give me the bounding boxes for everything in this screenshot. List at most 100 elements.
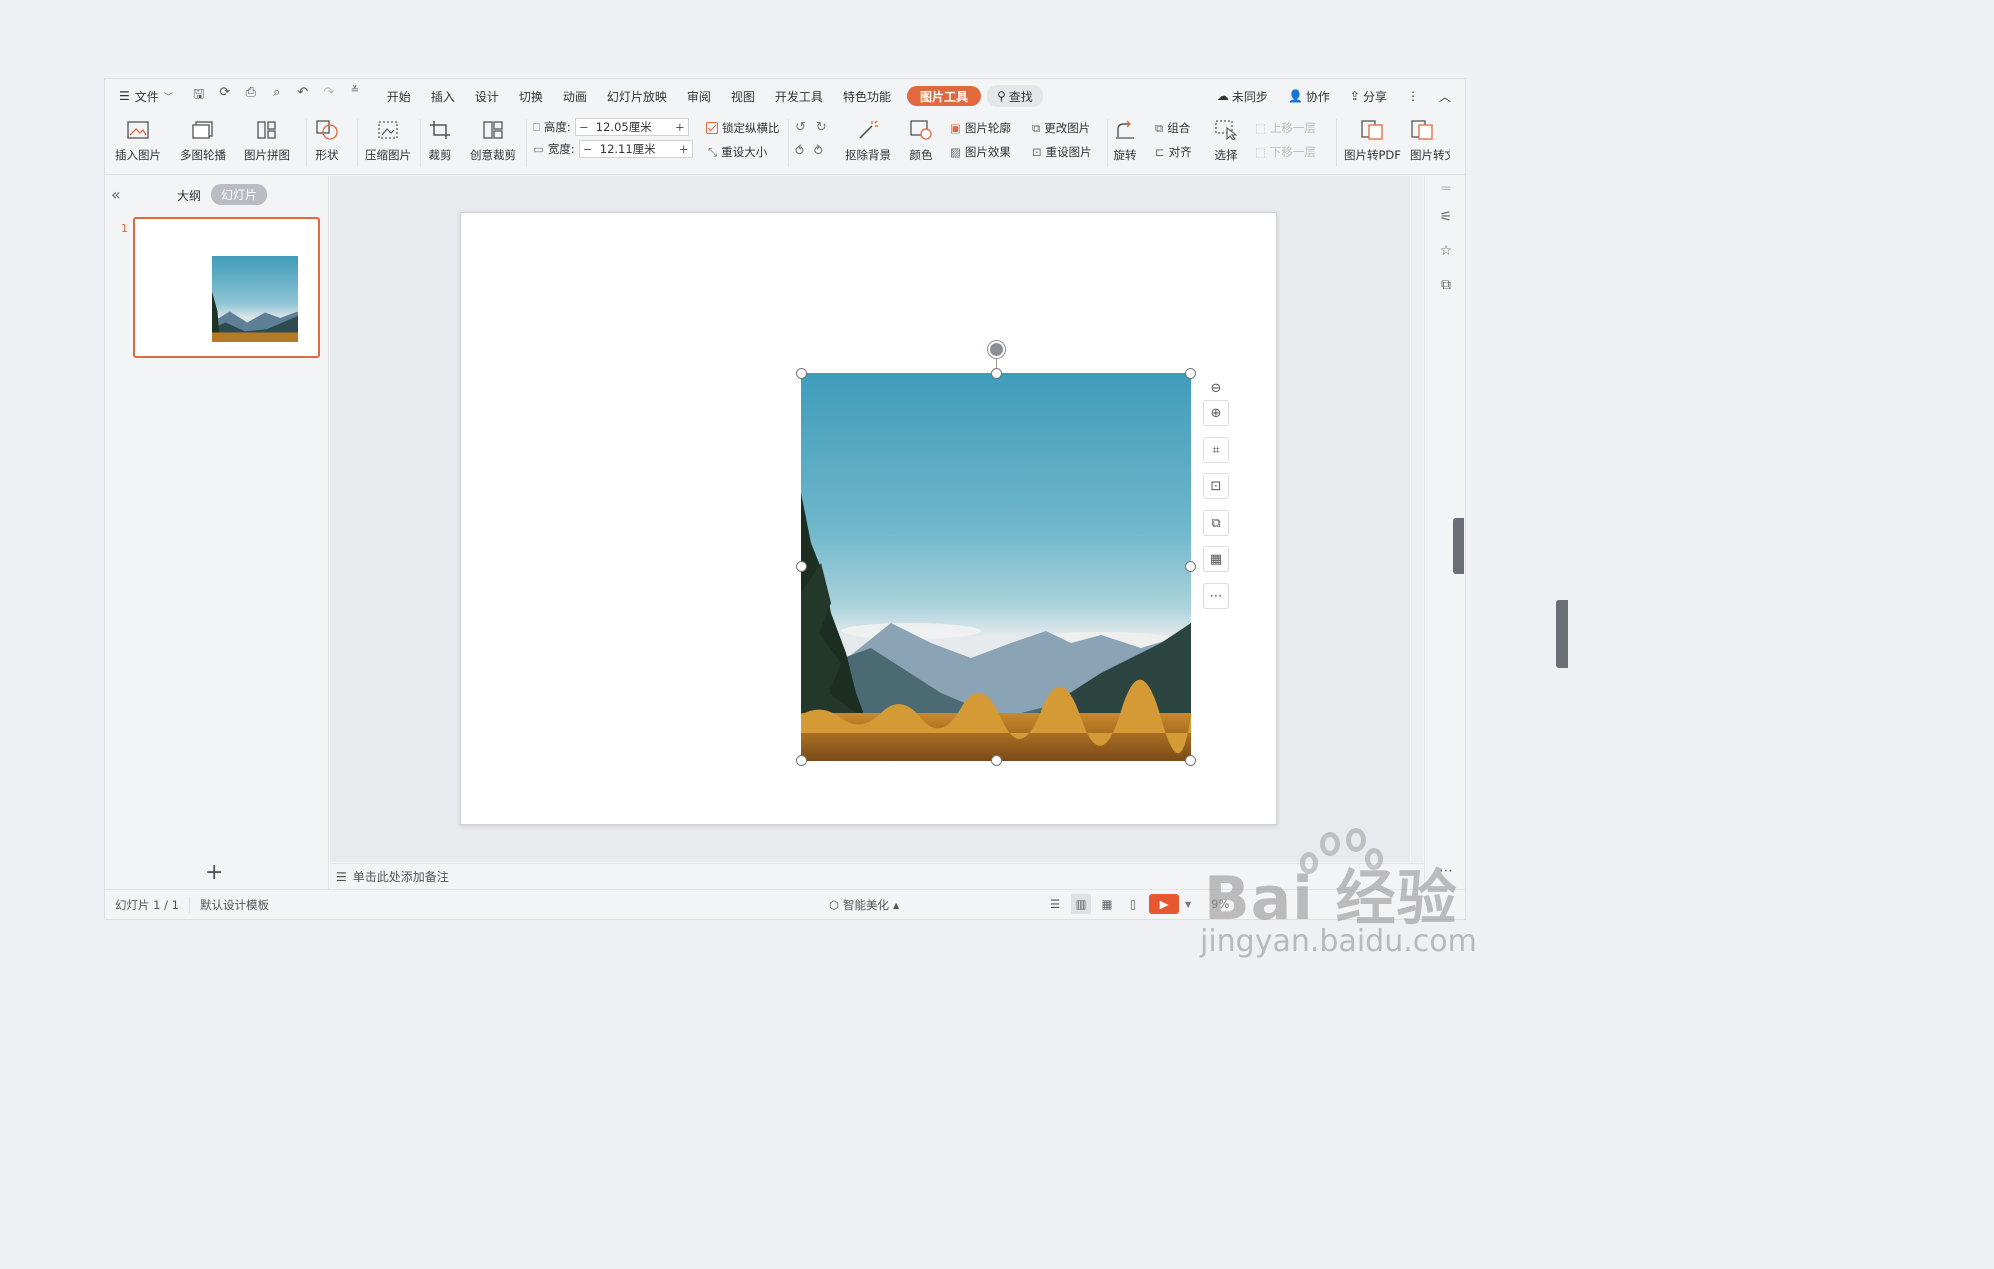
compress-picture-button[interactable]: 压缩图片 (365, 119, 411, 163)
crop-button[interactable]: 裁剪 (428, 119, 452, 163)
undo-icon[interactable]: ↶ (295, 85, 311, 107)
redo-icon[interactable]: ↷ (321, 85, 337, 107)
zoom-out-icon[interactable]: ⊖ (1203, 375, 1229, 401)
tab-transitions[interactable]: 切换 (509, 79, 553, 113)
change-picture-float-icon[interactable]: ⧉ (1203, 510, 1229, 536)
print-preview-icon[interactable]: ⌕ (269, 85, 285, 107)
tab-insert[interactable]: 插入 (421, 79, 465, 113)
search-box[interactable]: ⚲ 查找 (986, 85, 1043, 107)
smart-beautify-button[interactable]: ⬡ 智能美化 ▲ (829, 897, 899, 913)
star-icon[interactable]: ☆ (1435, 240, 1457, 262)
shape-button[interactable]: 形状 (315, 119, 339, 163)
tab-developer[interactable]: 开发工具 (765, 79, 833, 113)
file-menu[interactable]: ☰ 文件 ﹀ (105, 79, 183, 113)
crop-float-icon[interactable]: ⌗ (1203, 437, 1229, 463)
rotate-left-icon[interactable]: ↺ (795, 120, 806, 135)
decrease-height-button[interactable]: − (576, 120, 592, 134)
add-slide-button[interactable]: + (205, 860, 223, 885)
rotate-right-icon[interactable]: ↻ (816, 120, 827, 135)
save-icon[interactable]: 🖫 (191, 85, 207, 107)
resize-handle-s[interactable] (991, 755, 1002, 766)
change-picture-button[interactable]: ⧉ 更改图片 (1032, 120, 1090, 136)
picture-outline-button[interactable]: ▣ 图片轮廓 (950, 120, 1011, 136)
carousel-icon (191, 119, 215, 141)
select-button[interactable]: 选择 (1214, 119, 1238, 163)
play-options-icon[interactable]: ▼ (1185, 900, 1191, 909)
slide[interactable]: ⊖ ⊕ ⌗ ⊡ ⧉ ▦ ⋯ (460, 212, 1277, 825)
rotate-button[interactable]: 旋转 (1113, 119, 1137, 163)
picture-to-text-button[interactable]: 图片转文 (1410, 119, 1450, 163)
normal-view-icon[interactable]: ▥ (1071, 894, 1091, 914)
collapse-ribbon-icon[interactable]: ︿ (1429, 79, 1465, 113)
creative-crop-button[interactable]: 创意裁剪 (470, 119, 516, 163)
picture-effects-float-icon[interactable]: ▦ (1203, 546, 1229, 572)
sync-button[interactable]: ☁ 未同步 (1207, 79, 1278, 113)
slide-thumbnail[interactable] (133, 217, 320, 358)
tab-slides[interactable]: 幻灯片 (211, 184, 268, 205)
height-input[interactable]: − 12.05厘米 + (574, 118, 689, 136)
collage-button[interactable]: 图片拼图 (244, 119, 290, 163)
insert-picture-button[interactable]: 插入图片 (115, 119, 161, 163)
notes-view-icon[interactable]: ☰ (1045, 894, 1065, 914)
picture-edit-float-icon[interactable]: ⊡ (1203, 473, 1229, 499)
edge-tab-lower[interactable] (1556, 600, 1568, 668)
format-painter-icon[interactable]: ⟳ (217, 85, 233, 107)
bring-forward-button[interactable]: ⬚ 上移一层 (1255, 120, 1316, 136)
group-icon: ⧉ (1155, 120, 1164, 135)
play-slideshow-button[interactable]: ▶ (1149, 894, 1179, 914)
properties-icon[interactable]: ⚟ (1435, 206, 1457, 228)
multi-carousel-button[interactable]: 多图轮播 (180, 119, 226, 163)
lock-ratio-checkbox[interactable]: 锁定纵横比 (706, 120, 780, 136)
collapse-panel-icon[interactable]: « (111, 185, 121, 204)
increase-width-button[interactable]: + (676, 142, 692, 156)
group-button[interactable]: ⧉ 组合 (1155, 120, 1190, 136)
tab-outline[interactable]: 大纲 (177, 187, 201, 204)
reset-size-button[interactable]: ⤡ 重设大小 (708, 144, 767, 160)
tab-picture-tools[interactable]: 图片工具 (906, 86, 981, 106)
slides-library-icon[interactable]: ⧉ (1435, 274, 1457, 296)
flip-vertical-icon[interactable]: ⥀ (795, 144, 804, 159)
reset-picture-button[interactable]: ⊡ 重设图片 (1032, 144, 1092, 160)
sorter-view-icon[interactable]: ▦ (1097, 894, 1117, 914)
magic-wand-icon (856, 119, 880, 141)
height-icon: ⎕ (533, 119, 540, 134)
picture-to-pdf-button[interactable]: 图片转PDF (1344, 119, 1401, 163)
tab-home[interactable]: 开始 (377, 79, 421, 113)
resize-handle-sw[interactable] (796, 755, 807, 766)
resize-handle-n[interactable] (991, 368, 1002, 379)
height-row: ⎕ 高度: − 12.05厘米 + (533, 118, 689, 136)
share-button[interactable]: ⇪ 分享 (1340, 79, 1397, 113)
tab-slideshow[interactable]: 幻灯片放映 (597, 79, 677, 113)
remove-background-button[interactable]: 抠除背景 (845, 119, 891, 163)
reading-view-icon[interactable]: ▯ (1123, 894, 1143, 914)
customize-qat-icon[interactable]: ≚ (347, 85, 363, 107)
resize-handle-nw[interactable] (796, 368, 807, 379)
width-input[interactable]: − 12.11厘米 + (578, 140, 693, 158)
tab-view[interactable]: 视图 (721, 79, 765, 113)
decrease-width-button[interactable]: − (580, 142, 596, 156)
tab-review[interactable]: 审阅 (677, 79, 721, 113)
zoom-in-icon[interactable]: ⊕ (1203, 400, 1229, 426)
template-name[interactable]: 默认设计模板 (190, 897, 279, 913)
more-menu-icon[interactable]: ⋮ (1397, 79, 1429, 113)
resize-handle-e[interactable] (1185, 561, 1196, 572)
resize-handle-w[interactable] (796, 561, 807, 572)
tab-animation[interactable]: 动画 (553, 79, 597, 113)
vertical-scrollbar[interactable] (1411, 176, 1423, 862)
send-backward-button[interactable]: ⬚ 下移一层 (1255, 144, 1316, 160)
resize-handle-se[interactable] (1185, 755, 1196, 766)
picture-effects-button[interactable]: ▨ 图片效果 (950, 144, 1011, 160)
increase-height-button[interactable]: + (672, 120, 688, 134)
tab-design[interactable]: 设计 (465, 79, 509, 113)
tab-special-features[interactable]: 特色功能 (833, 79, 901, 113)
more-options-icon[interactable]: ⋯ (1203, 583, 1229, 609)
resize-handle-ne[interactable] (1185, 368, 1196, 379)
rotate-handle[interactable] (988, 341, 1005, 358)
align-button[interactable]: ⊏ 对齐 (1155, 144, 1192, 160)
print-icon[interactable]: ⎙ (243, 85, 259, 107)
flip-horizontal-icon[interactable]: ⥁ (814, 144, 823, 159)
color-button[interactable]: 颜色 (909, 119, 933, 163)
edge-tab-upper[interactable] (1453, 518, 1464, 574)
collaborate-button[interactable]: 👤 协作 (1278, 79, 1340, 113)
selected-picture[interactable] (801, 373, 1191, 761)
